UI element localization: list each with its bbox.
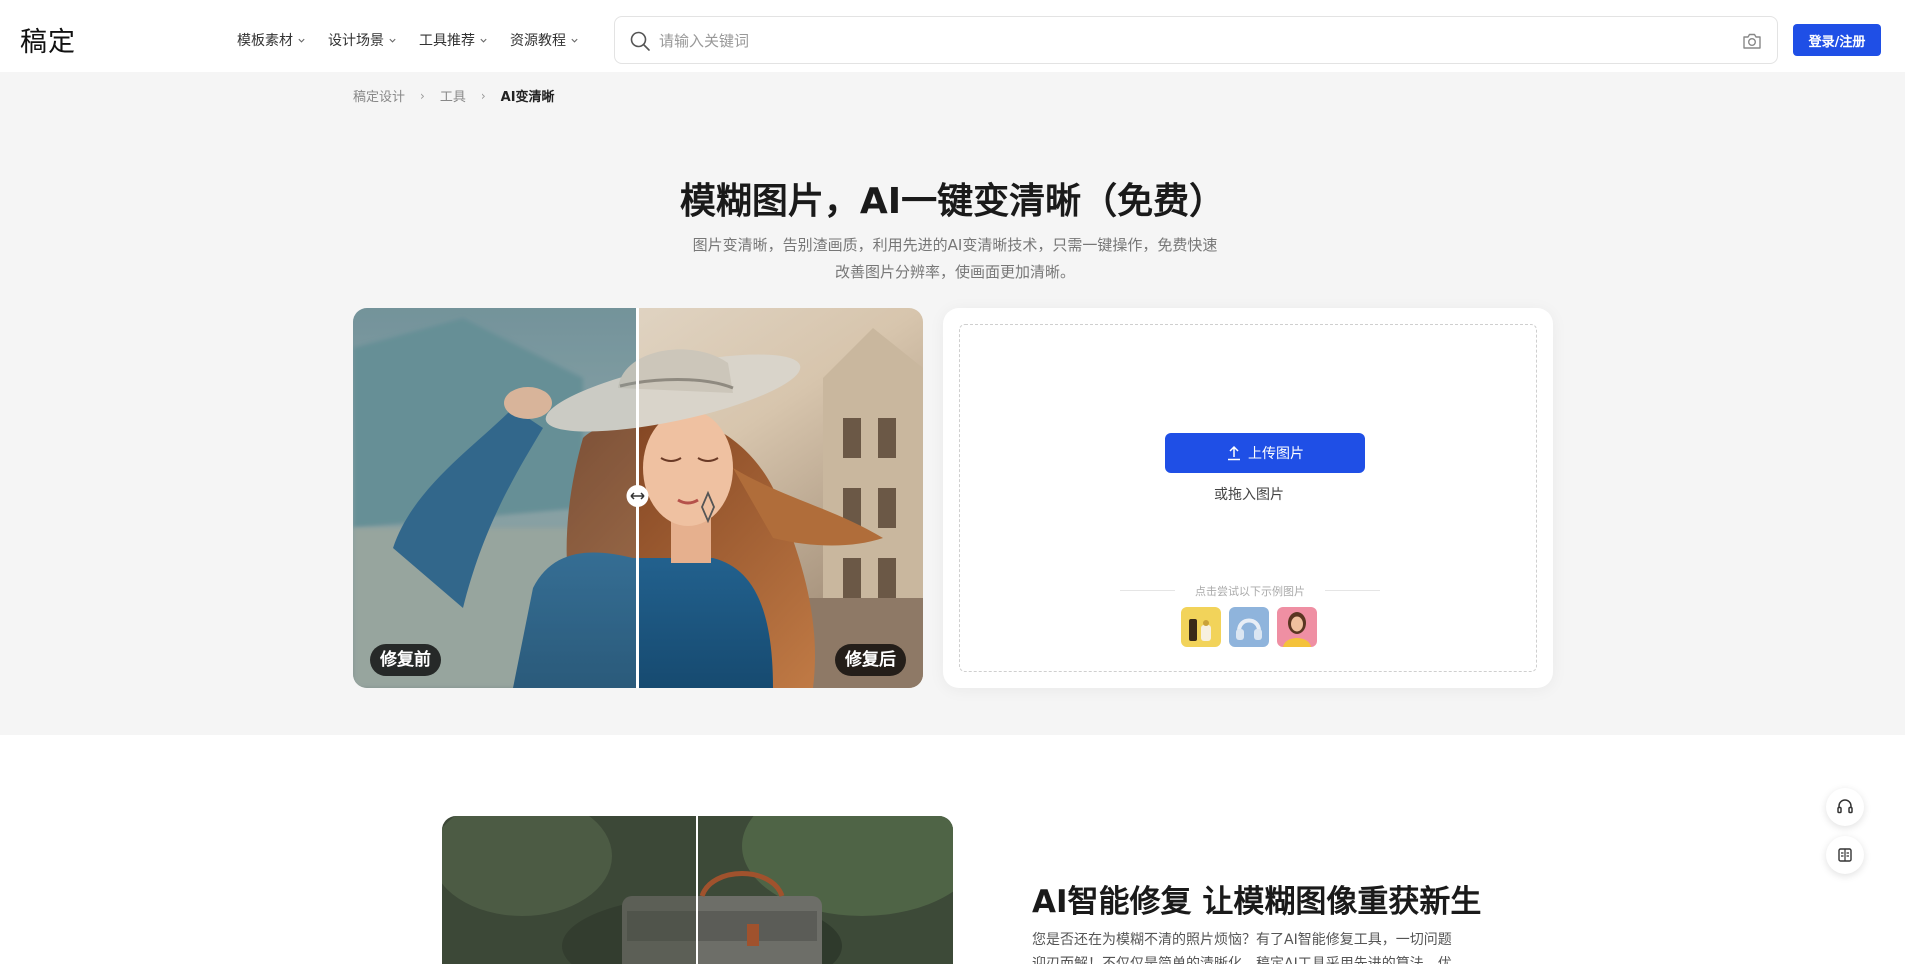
headset-icon xyxy=(1837,799,1853,814)
description-line: 改善图片分辨率，使画面更加清晰。 xyxy=(834,263,1075,281)
drag-hint: 或拖入图片 xyxy=(1214,487,1284,503)
customer-service-button[interactable] xyxy=(1826,788,1864,826)
chevron-down-icon xyxy=(389,38,396,43)
nav-label: 模板素材 xyxy=(237,33,293,49)
upload-button-label: 上传图片 xyxy=(1248,446,1304,462)
compare-photo xyxy=(353,308,923,688)
description-line: 图片变清晰，告别渣画质，利用先进的AI变清晰技术，只需一键操作，免费快速 xyxy=(692,236,1218,254)
chevron-down-icon xyxy=(298,38,305,43)
breadcrumb-current: AI变清晰 xyxy=(500,90,555,105)
nav-label: 设计场景 xyxy=(328,33,384,49)
drop-zone[interactable]: 上传图片 或拖入图片 点击尝试以下示例图片 xyxy=(959,324,1537,672)
upload-icon xyxy=(1228,445,1240,461)
breadcrumb-item-home[interactable]: 稿定设计 xyxy=(353,86,405,105)
main-nav: 模板素材 设计场景 工具推荐 资源教程 xyxy=(237,30,601,50)
top-header: 稿定 模板素材 设计场景 工具推荐 资源教程 登录/注册 xyxy=(0,0,1905,72)
book-icon xyxy=(1838,848,1852,862)
nav-label: 工具推荐 xyxy=(419,33,475,49)
guide-button[interactable] xyxy=(1826,836,1864,874)
upload-image-button[interactable]: 上传图片 xyxy=(1165,433,1365,473)
nav-item-resources[interactable]: 资源教程 xyxy=(510,30,579,50)
feature-compare-image xyxy=(442,816,953,964)
sample-thumb-portrait[interactable] xyxy=(1277,607,1317,647)
logo[interactable]: 稿定 xyxy=(20,20,76,59)
login-register-button[interactable]: 登录/注册 xyxy=(1793,24,1881,56)
after-label: 修复后 xyxy=(835,644,906,676)
nav-item-tools[interactable]: 工具推荐 xyxy=(419,30,488,50)
sample-images xyxy=(1181,607,1317,647)
breadcrumb: 稿定设计 › 工具 › AI变清晰 xyxy=(353,86,555,106)
nav-item-templates[interactable]: 模板素材 xyxy=(237,30,306,50)
search-bar xyxy=(614,16,1778,64)
feature-title: AI智能修复 让模糊图像重获新生 xyxy=(1032,884,1482,920)
before-after-compare: 修复前 修复后 xyxy=(353,308,923,688)
nav-label: 资源教程 xyxy=(510,33,566,49)
feature-description: 您是否还在为模糊不清的照片烦恼？有了AI智能修复工具，一切问题迎刃而解！不仅仅是… xyxy=(1032,932,1452,964)
breadcrumb-item-tools[interactable]: 工具 xyxy=(440,86,466,105)
sample-title: 点击尝试以下示例图片 xyxy=(1120,583,1380,599)
sample-thumb-headphones[interactable] xyxy=(1229,607,1269,647)
chevron-down-icon xyxy=(480,38,487,43)
breadcrumb-separator-icon: › xyxy=(420,88,425,103)
breadcrumb-separator-icon: › xyxy=(480,88,486,103)
before-label: 修复前 xyxy=(370,644,441,676)
chevron-down-icon xyxy=(571,38,578,43)
sample-thumb-cosmetics[interactable] xyxy=(1181,607,1221,647)
page-description: 图片变清晰，告别渣画质，利用先进的AI变清晰技术，只需一键操作，免费快速 改善图… xyxy=(668,232,1242,286)
page-title: 模糊图片，AI一键变清晰（免费） xyxy=(679,181,1226,222)
search-icon xyxy=(630,31,650,51)
upload-card: 上传图片 或拖入图片 点击尝试以下示例图片 xyxy=(943,308,1553,688)
camera-icon[interactable] xyxy=(1741,30,1763,52)
search-input[interactable] xyxy=(659,27,1699,55)
nav-item-scenes[interactable]: 设计场景 xyxy=(328,30,397,50)
